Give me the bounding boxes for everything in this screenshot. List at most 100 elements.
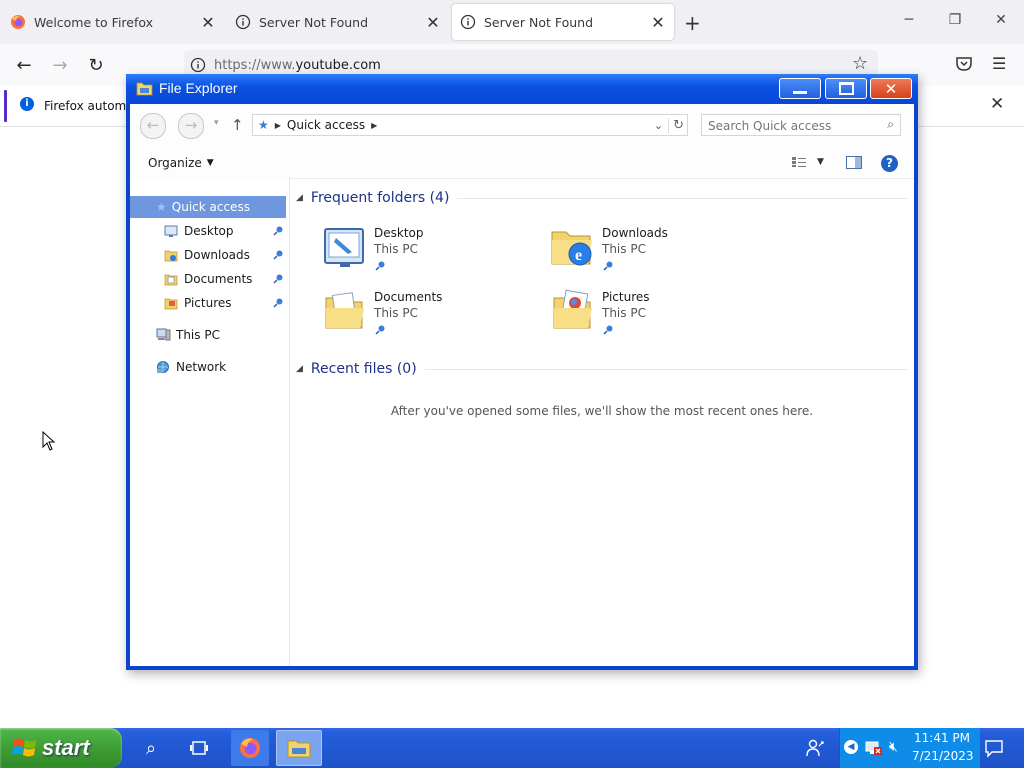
pin-icon[interactable] [272,297,284,309]
info-icon[interactable] [190,57,206,73]
divider [457,197,908,199]
documents-folder-icon [325,292,364,329]
folder-tile-pictures[interactable]: Pictures This PC [550,284,750,340]
folder-location: This PC [602,306,646,320]
restore-icon[interactable]: ❐ [940,12,970,28]
view-options-icon[interactable] [791,156,807,168]
close-tab-icon[interactable]: ✕ [200,13,216,32]
pin-icon[interactable] [602,324,614,336]
nav-item-documents[interactable]: Documents [130,268,286,290]
downloads-folder-icon [164,250,178,261]
start-button[interactable]: start [0,728,122,768]
tab-title: Welcome to Firefox [34,14,154,30]
pin-icon[interactable] [272,225,284,237]
nav-item-downloads[interactable]: Downloads [130,244,286,266]
taskbar-firefox-button[interactable] [231,730,269,766]
folder-location: This PC [374,306,418,320]
folder-icon [136,82,153,96]
forward-arrow-icon[interactable]: → [178,113,204,139]
nav-label: Network [176,360,227,374]
reload-icon[interactable]: ↻ [82,51,110,79]
close-tab-icon[interactable]: ✕ [425,13,441,32]
tab-server-not-found-2[interactable]: Server Not Found ✕ [452,4,674,40]
close-button[interactable]: ✕ [870,78,912,99]
nav-item-network[interactable]: Network [130,356,286,378]
breadcrumb-chevron-icon[interactable]: ▶ [371,121,377,130]
windows-logo-icon [12,738,36,757]
folder-tile-desktop[interactable]: Desktop This PC [322,220,522,276]
network-icon [157,361,169,373]
quick-access-star-icon: ★ [156,200,167,214]
folder-tile-documents[interactable]: Documents This PC [322,284,522,340]
chevron-down-icon: ▼ [206,158,214,168]
pin-icon[interactable] [272,249,284,261]
collapse-icon[interactable]: ◢ [296,364,303,374]
collapse-icon[interactable]: ◢ [296,193,303,203]
navigation-pane: ★ Quick access Desktop Downloads Documen… [130,178,290,666]
pin-icon[interactable] [272,273,284,285]
file-explorer-window: File Explorer ✕ ← → ▾ ↑ ★ ▶ Quick access… [126,74,918,670]
clock-date[interactable]: 7/21/2023 [912,749,974,763]
taskbar-explorer-button[interactable] [276,730,322,766]
new-tab-icon[interactable]: + [684,11,701,35]
address-bar[interactable]: ★ ▶ Quick access ▶ ⌄ ↻ [252,114,688,136]
preview-pane-icon[interactable] [846,156,862,169]
content-pane: ◢ Frequent folders (4) Desktop This PC e… [290,178,914,666]
recent-files-header[interactable]: ◢ Recent files (0) [296,361,908,377]
pin-icon[interactable] [374,324,386,336]
frequent-folders-header[interactable]: ◢ Frequent folders (4) [296,190,908,206]
clock-time[interactable]: 11:41 PM [912,731,972,745]
info-icon [235,14,251,30]
organize-menu[interactable]: Organize ▼ [148,156,214,170]
bookmark-star-icon[interactable]: ☆ [852,53,868,74]
refresh-icon[interactable]: ↻ [668,117,684,133]
recent-locations-icon[interactable]: ▾ [214,118,219,128]
tab-welcome[interactable]: Welcome to Firefox ✕ [2,0,224,44]
tray-expand-icon[interactable]: ◀ [844,740,858,754]
minimize-icon[interactable]: ─ [894,12,924,28]
nav-label: Quick access [171,200,250,214]
search-icon[interactable]: ⌕ [887,117,894,132]
network-disconnected-icon[interactable] [865,740,883,756]
svg-text:e: e [575,247,582,264]
nav-item-pictures[interactable]: Pictures [130,292,286,314]
pin-icon[interactable] [602,260,614,272]
back-icon[interactable]: ← [10,51,38,79]
close-window-icon[interactable]: ✕ [986,12,1016,28]
organize-label: Organize [148,156,202,170]
close-tab-icon[interactable]: ✕ [650,13,666,32]
people-icon[interactable] [805,738,825,758]
menu-icon[interactable]: ☰ [992,54,1006,73]
pin-icon[interactable] [374,260,386,272]
search-icon[interactable]: ⌕ [135,733,167,763]
tab-server-not-found-1[interactable]: Server Not Found ✕ [227,0,449,44]
view-dropdown-icon[interactable]: ▼ [817,157,824,167]
search-box[interactable]: ⌕ [701,114,901,137]
maximize-button[interactable] [825,78,867,99]
desktop-folder-icon [324,228,364,267]
folder-tile-downloads[interactable]: e Downloads This PC [550,220,750,276]
nav-item-this-pc[interactable]: This PC [130,324,286,346]
back-arrow-icon[interactable]: ← [140,113,166,139]
search-input[interactable] [702,115,880,137]
divider [424,368,908,370]
forward-icon[interactable]: → [46,51,74,79]
nav-quick-access[interactable]: ★ Quick access [130,196,286,218]
minimize-icon [793,91,807,94]
volume-muted-icon[interactable]: 🔇︎ [889,739,898,755]
up-arrow-icon[interactable]: ↑ [231,116,244,134]
nav-item-desktop[interactable]: Desktop [130,220,286,242]
nav-label: Documents [184,272,253,286]
action-center-icon[interactable] [984,738,1004,758]
pocket-icon[interactable] [956,57,972,71]
close-notification-icon[interactable]: ✕ [990,94,1004,114]
close-icon: ✕ [884,79,898,98]
minimize-button[interactable] [779,78,821,99]
help-icon[interactable]: ? [881,155,898,172]
notification-info-icon: i [20,97,34,111]
breadcrumb[interactable]: Quick access [287,118,365,132]
nav-label: Desktop [184,224,234,238]
task-view-icon[interactable] [189,739,209,757]
address-dropdown-icon[interactable]: ⌄ [654,119,663,132]
url-prefix: https://www. [214,57,296,73]
